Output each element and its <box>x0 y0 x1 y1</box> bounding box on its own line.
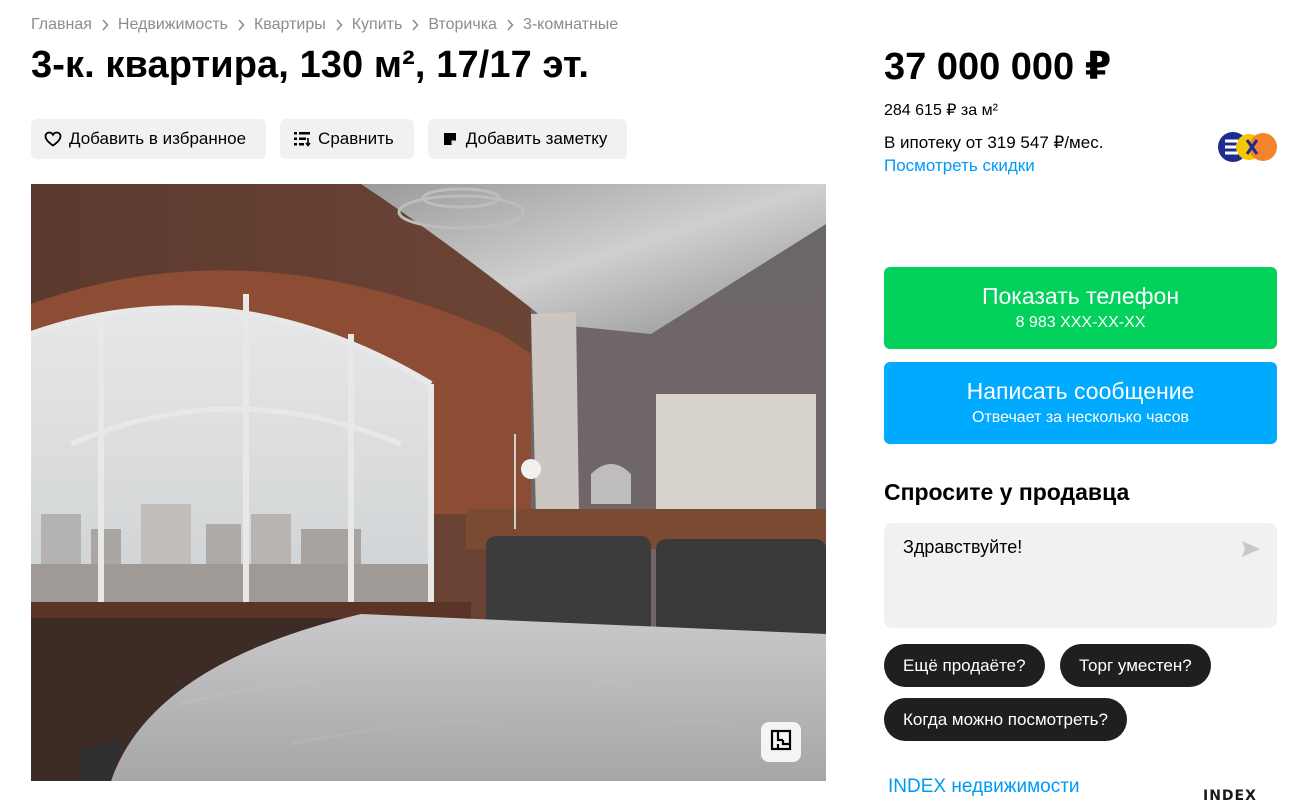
mortgage-info: В ипотеку от 319 547 ₽/мес. <box>884 133 1104 152</box>
quick-question-bargain[interactable]: Торг уместен? <box>1060 644 1211 687</box>
heart-icon <box>43 129 63 149</box>
send-icon[interactable] <box>1239 537 1263 561</box>
compare-label: Сравнить <box>318 129 394 148</box>
breadcrumb-realty[interactable]: Недвижимость <box>118 16 228 34</box>
listing-actions: Добавить в избранное Сравнить Добавить з… <box>31 119 628 159</box>
floor-plan-button[interactable] <box>761 722 801 762</box>
breadcrumb-3-rooms[interactable]: 3-комнатные <box>523 16 618 34</box>
chevron-right-icon <box>237 19 245 31</box>
compare-icon <box>292 129 312 149</box>
breadcrumb-buy[interactable]: Купить <box>352 16 403 34</box>
floor-plan-icon <box>770 729 792 756</box>
breadcrumb-home[interactable]: Главная <box>31 16 92 34</box>
ask-seller-title: Спросите у продавца <box>884 479 1130 505</box>
note-icon <box>440 129 460 149</box>
add-note-label: Добавить заметку <box>465 129 608 148</box>
breadcrumb-secondary[interactable]: Вторичка <box>428 16 497 34</box>
price-per-sqm: 284 615 ₽ за м² <box>884 102 998 119</box>
seller-agency-link[interactable]: INDEX недвижимости <box>888 776 1080 798</box>
show-phone-button[interactable]: Показать телефон 8 983 XXX-XX-XX <box>884 267 1277 349</box>
breadcrumb: Главная Недвижимость Квартиры Купить Вто… <box>31 16 618 34</box>
add-to-favorites-button[interactable]: Добавить в избранное <box>31 119 267 159</box>
ask-seller-box: Здравствуйте! <box>884 523 1277 628</box>
chevron-right-icon <box>335 19 343 31</box>
quick-question-viewing[interactable]: Когда можно посмотреть? <box>884 698 1127 741</box>
message-input[interactable]: Здравствуйте! <box>884 523 1224 628</box>
price: 37 000 000 ₽ <box>884 46 1112 88</box>
add-note-button[interactable]: Добавить заметку <box>427 119 628 159</box>
quick-question-still-selling[interactable]: Ещё продаёте? <box>884 644 1045 687</box>
agency-logo[interactable]: INDEX <box>1203 788 1257 802</box>
phone-masked: 8 983 XXX-XX-XX <box>1015 314 1146 331</box>
page-title: 3-к. квартира, 130 м², 17/17 эт. <box>31 44 590 86</box>
response-time-label: Отвечает за несколько часов <box>972 409 1189 426</box>
breadcrumb-apartments[interactable]: Квартиры <box>254 16 326 34</box>
write-message-label: Написать сообщение <box>966 378 1195 404</box>
bedroom-photo-image <box>31 184 826 781</box>
show-phone-label: Показать телефон <box>981 283 1180 309</box>
write-message-button[interactable]: Написать сообщение Отвечает за несколько… <box>884 362 1277 444</box>
bank-logo-icon[interactable] <box>1217 131 1279 163</box>
chevron-right-icon <box>101 19 109 31</box>
listing-photo[interactable] <box>31 184 826 781</box>
chevron-right-icon <box>411 19 419 31</box>
add-to-favorites-label: Добавить в избранное <box>69 129 247 148</box>
chevron-right-icon <box>506 19 514 31</box>
view-discounts-link[interactable]: Посмотреть скидки <box>884 156 1035 176</box>
compare-button[interactable]: Сравнить <box>280 119 414 159</box>
